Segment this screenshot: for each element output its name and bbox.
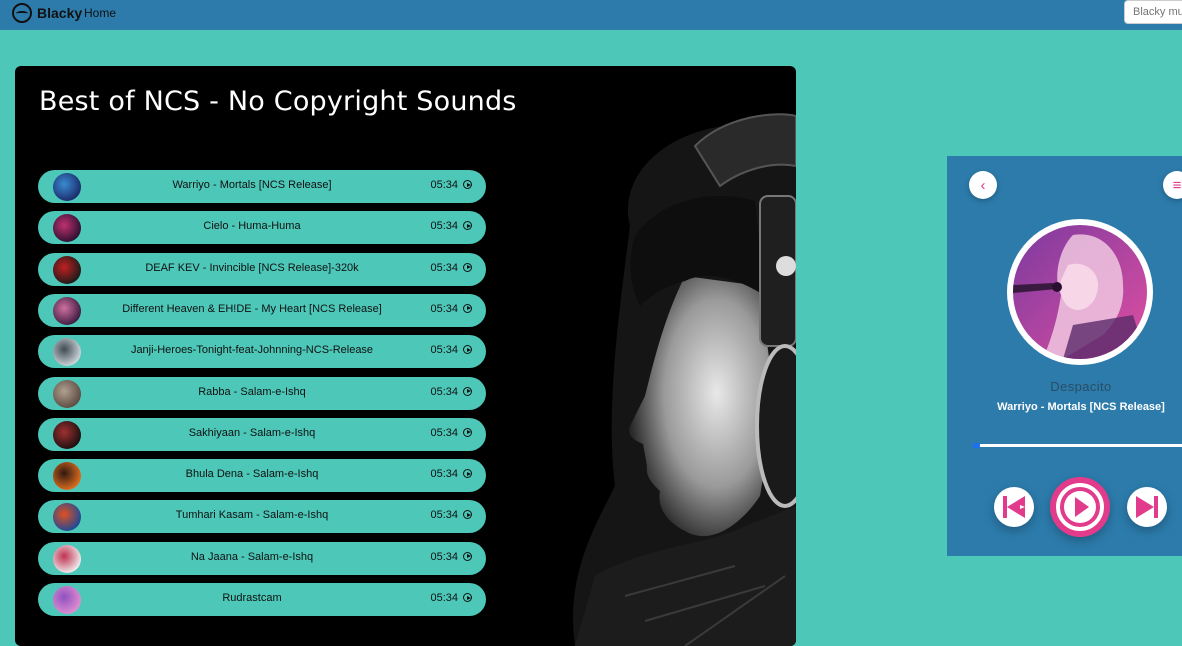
song-title: Warriyo - Mortals [NCS Release] (172, 179, 332, 191)
song-title: Tumhari Kasam - Salam-e-Ishq (175, 509, 329, 522)
progress-bar[interactable] (973, 443, 1182, 448)
menu-icon: ≡ (1172, 176, 1182, 194)
song-duration: 05:34 (430, 592, 458, 604)
song-duration: 05:34 (430, 426, 458, 439)
song-title: Rudrastcam (222, 592, 282, 604)
next-button[interactable] (1127, 487, 1167, 527)
song-item[interactable]: Bhula Dena - Salam-e-Ishq 05:34 (38, 459, 486, 493)
song-item[interactable]: Different Heaven & EH!DE - My Heart [NCS… (38, 293, 486, 327)
previous-button[interactable] (994, 487, 1034, 527)
song-thumbnail (53, 173, 81, 201)
logo-icon[interactable] (12, 3, 32, 23)
play-button[interactable] (1050, 477, 1110, 537)
song-title: Sakhiyaan - Salam-e-Ishq (188, 426, 316, 439)
chevron-left-icon: ‹ (980, 176, 986, 194)
album-title: Despacito (1050, 379, 1112, 394)
brand-name[interactable]: Blacky (37, 5, 82, 21)
album-cover-image (1013, 225, 1147, 359)
play-circle-icon[interactable] (463, 221, 472, 231)
song-thumbnail (53, 462, 81, 491)
song-item[interactable]: Warriyo - Mortals [NCS Release] 05:34 (38, 170, 486, 203)
search-input[interactable] (1124, 0, 1182, 24)
song-thumbnail (53, 503, 81, 532)
song-title: Bhula Dena - Salam-e-Ishq (185, 468, 319, 481)
song-duration: 05:34 (430, 179, 458, 191)
play-circle-icon[interactable] (463, 510, 472, 520)
play-icon (1056, 483, 1104, 531)
navbar: Blacky Home (0, 0, 1182, 30)
song-thumbnail (53, 544, 81, 573)
song-thumbnail (53, 420, 81, 449)
song-item[interactable]: Rudrastcam 05:34 (38, 583, 486, 616)
play-circle-icon[interactable] (463, 303, 472, 313)
skip-next-icon (1136, 496, 1163, 518)
play-circle-icon[interactable] (463, 593, 472, 602)
song-thumbnail (53, 586, 81, 614)
song-duration: 05:34 (430, 302, 458, 315)
song-item[interactable]: Sakhiyaan - Salam-e-Ishq 05:34 (38, 417, 486, 451)
song-thumbnail (53, 338, 81, 367)
playlist-title: Best of NCS - No Copyright Sounds (39, 86, 517, 117)
song-item[interactable]: DEAF KEV - Invincible [NCS Release]-320k… (38, 252, 486, 286)
headphones-girl-artwork (535, 106, 796, 646)
track-title: Warriyo - Mortals [NCS Release] (997, 401, 1165, 413)
menu-button[interactable]: ≡ (1163, 171, 1182, 199)
song-title: Na Jaana - Salam-e-Ishq (190, 550, 314, 563)
song-duration: 05:34 (430, 385, 458, 398)
album-cover-frame (1007, 219, 1153, 365)
progress-fill (973, 443, 980, 448)
song-duration: 05:34 (430, 550, 458, 563)
song-item[interactable]: Na Jaana - Salam-e-Ishq 05:34 (38, 541, 486, 575)
song-item[interactable]: Rabba - Salam-e-Ishq 05:34 (38, 376, 486, 410)
song-item[interactable]: Janji-Heroes-Tonight-feat-Johnning-NCS-R… (38, 335, 486, 369)
nav-home-link[interactable]: Home (84, 6, 116, 20)
song-thumbnail (53, 255, 81, 284)
song-duration: 05:34 (430, 468, 458, 481)
song-title: Rabba - Salam-e-Ishq (198, 385, 306, 398)
play-circle-icon[interactable] (463, 386, 472, 396)
play-circle-icon[interactable] (463, 551, 472, 561)
play-circle-icon[interactable] (463, 262, 472, 272)
music-player: ‹ ≡ Despacito Warriyo - Mortals [NCS Rel… (947, 156, 1182, 556)
play-circle-icon[interactable] (463, 180, 472, 189)
song-title: Different Heaven & EH!DE - My Heart [NCS… (122, 302, 382, 315)
play-circle-icon[interactable] (463, 345, 472, 355)
song-title: Cielo - Huma-Huma (203, 220, 301, 233)
back-button[interactable]: ‹ (969, 171, 997, 199)
song-thumbnail (53, 379, 81, 408)
play-circle-icon[interactable] (463, 427, 472, 437)
play-circle-icon[interactable] (463, 469, 472, 479)
song-duration: 05:34 (430, 344, 458, 357)
song-thumbnail (53, 296, 81, 325)
song-duration: 05:34 (430, 509, 458, 522)
playlist-card: Best of NCS - No Copyright Sounds Warriy… (15, 66, 796, 646)
song-item[interactable]: Tumhari Kasam - Salam-e-Ishq 05:34 (38, 500, 486, 534)
song-duration: 05:34 (430, 220, 458, 233)
song-title: Janji-Heroes-Tonight-feat-Johnning-NCS-R… (130, 344, 374, 357)
skip-previous-icon (1003, 496, 1025, 518)
song-duration: 05:34 (430, 261, 458, 274)
song-thumbnail (53, 214, 81, 243)
song-item[interactable]: Cielo - Huma-Huma 05:34 (38, 211, 486, 245)
song-title: DEAF KEV - Invincible [NCS Release]-320k (145, 261, 359, 274)
